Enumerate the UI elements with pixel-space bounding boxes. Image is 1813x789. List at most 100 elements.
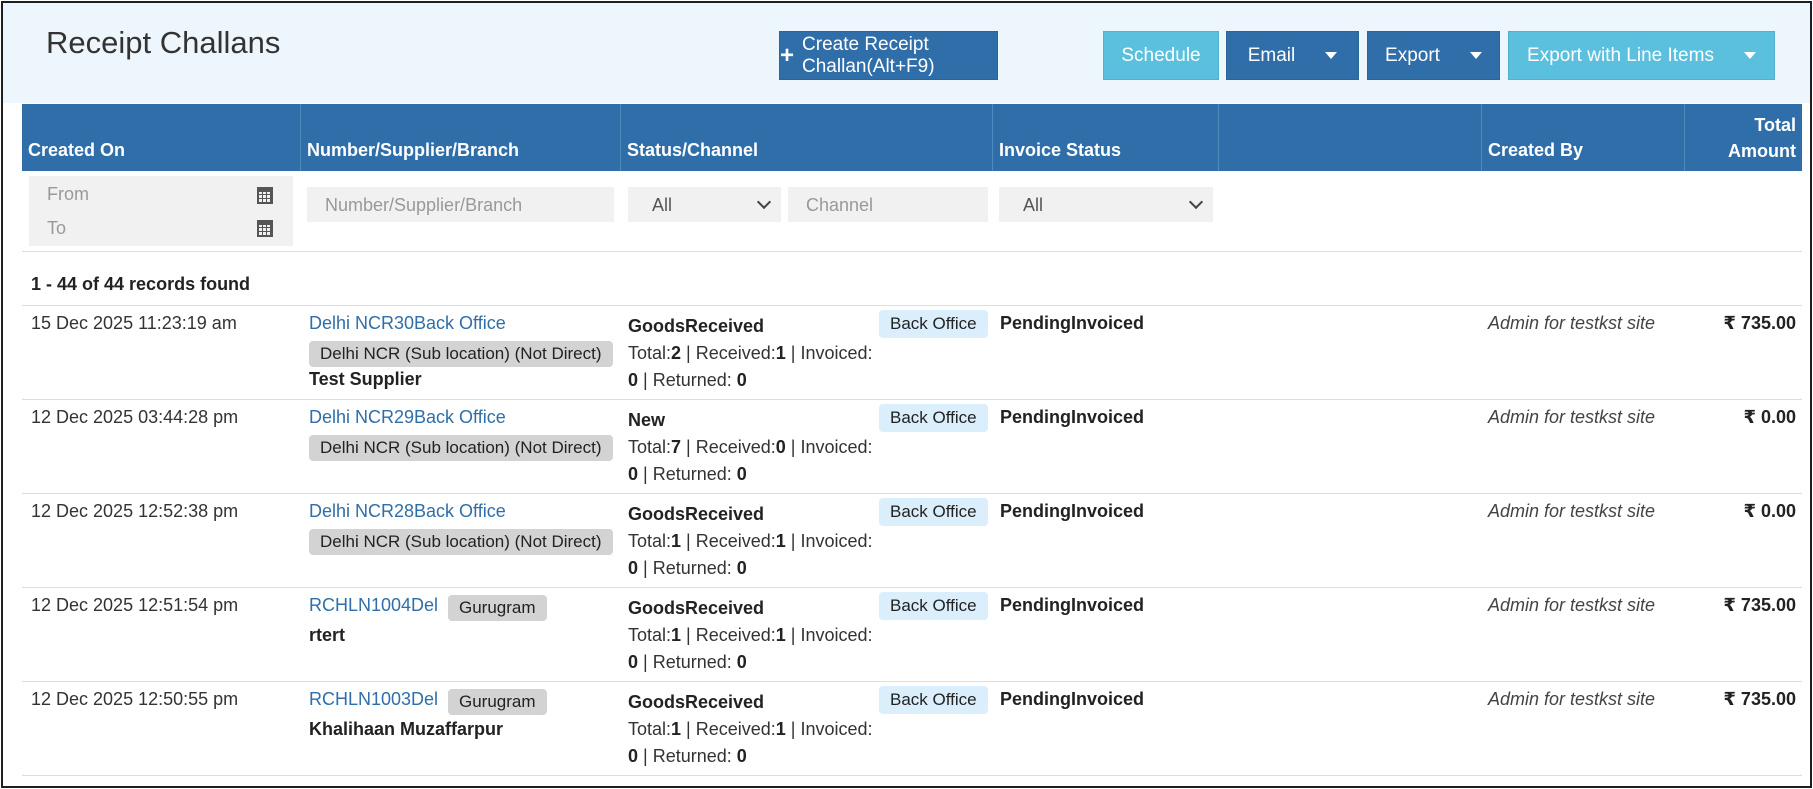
status-cell: GoodsReceived Total:2 | Received:1 | Inv… (628, 316, 873, 390)
created-by-cell: Admin for testkst site (1488, 407, 1656, 427)
branch-badge-label: Gurugram (448, 689, 547, 715)
filter-row: From To Number/Supplier/Branch All Chann… (22, 171, 1802, 252)
status-value: GoodsReceived (628, 504, 765, 524)
total-count: 7 (671, 437, 682, 457)
invoiced-label: Invoiced: (800, 343, 873, 363)
returned-label: Returned: (652, 370, 732, 390)
total-amount-cell: ₹ 735.00 (1723, 313, 1796, 333)
total-count: 2 (671, 343, 682, 363)
returned-count: 0 (736, 464, 747, 484)
branch-badge-label: Delhi NCR (Sub location) (Not Direct) (309, 529, 613, 555)
total-label: Total: (628, 719, 672, 739)
invoiced-label: Invoiced: (800, 719, 873, 739)
column-number[interactable]: Number/Supplier/Branch (301, 104, 621, 171)
invoice-status-cell: PendingInvoiced (1000, 407, 1145, 427)
chevron-down-icon (1188, 194, 1204, 210)
column-created-by[interactable]: Created By (1482, 104, 1685, 171)
challan-number[interactable]: Delhi NCR30Back Office (309, 313, 506, 333)
schedule-button[interactable]: Schedule (1103, 31, 1219, 80)
branch-badge-label: Gurugram (448, 595, 547, 621)
calendar-icon[interactable] (257, 187, 273, 204)
invoice-status-cell: PendingInvoiced (1000, 689, 1145, 709)
number-link[interactable]: Delhi NCR28Back Office (309, 501, 619, 522)
returned-label: Returned: (652, 746, 732, 766)
number-link[interactable]: Delhi NCR30Back Office (309, 313, 619, 334)
invoice-status-cell: PendingInvoiced (1000, 595, 1145, 615)
invoice-status-select[interactable]: All (999, 187, 1213, 222)
status-value: GoodsReceived (628, 598, 765, 618)
caret-down-icon (1325, 52, 1338, 59)
invoiced-count: 0 (628, 370, 639, 390)
number-link[interactable]: Delhi NCR29Back Office (309, 407, 619, 428)
total-amount-line1: Total (1754, 115, 1796, 135)
received-count: 1 (775, 343, 786, 363)
to-date-input[interactable]: To (47, 218, 66, 239)
export-dropdown-button[interactable]: Export (1367, 31, 1500, 80)
total-amount-cell: ₹ 0.00 (1743, 501, 1796, 521)
created-on-cell: 12 Dec 2025 12:52:38 pm (31, 501, 239, 521)
challan-number[interactable]: Delhi NCR29Back Office (309, 407, 506, 427)
status-value: GoodsReceived (628, 692, 765, 712)
channel-badge: Back Office (879, 310, 988, 338)
channel-badge: Back Office (879, 404, 988, 432)
email-button-label: Email (1247, 44, 1296, 66)
column-invoice-status[interactable]: Invoice Status (993, 104, 1219, 171)
supplier-name: Khalihaan Muzaffarpur (309, 719, 504, 739)
returned-label: Returned: (652, 652, 732, 672)
column-created-on[interactable]: Created On (22, 104, 301, 171)
export-line-items-label: Export with Line Items (1527, 44, 1714, 66)
invoiced-count: 0 (628, 746, 639, 766)
challan-number[interactable]: RCHLN1003Del (309, 689, 438, 709)
date-range-filter: From To (29, 176, 293, 246)
column-total-amount[interactable]: Total Amount (1685, 104, 1802, 171)
table-header: Created On Number/Supplier/Branch Status… (22, 104, 1802, 171)
table-row: 12 Dec 2025 12:52:38 pm Delhi NCR28Back … (22, 494, 1802, 588)
returned-count: 0 (736, 652, 747, 672)
returned-label: Returned: (652, 464, 732, 484)
created-by-cell: Admin for testkst site (1488, 595, 1656, 615)
returned-count: 0 (736, 746, 747, 766)
supplier-name: rtert (309, 625, 346, 645)
total-amount-cell: ₹ 0.00 (1743, 407, 1796, 427)
invoiced-count: 0 (628, 652, 639, 672)
create-receipt-challan-button[interactable]: + Create Receipt Challan(Alt+F9) (779, 31, 998, 80)
invoice-select-value: All (1023, 195, 1044, 215)
created-on-cell: 15 Dec 2025 11:23:19 am (31, 313, 237, 333)
status-cell: GoodsReceived Total:1 | Received:1 | Inv… (628, 504, 873, 578)
total-amount-line2: Amount (1728, 141, 1796, 161)
status-value: New (628, 410, 666, 430)
create-button-label: Create Receipt Challan(Alt+F9) (802, 33, 935, 77)
branch-badge: Gurugram (448, 595, 547, 621)
email-dropdown-button[interactable]: Email (1226, 31, 1359, 80)
created-by-cell: Admin for testkst site (1488, 501, 1656, 521)
total-amount-cell: ₹ 735.00 (1723, 595, 1796, 615)
received-count: 0 (775, 437, 786, 457)
chevron-down-icon (756, 194, 772, 210)
channel-badge: Back Office (879, 592, 988, 620)
number-search-input[interactable]: Number/Supplier/Branch (307, 187, 614, 222)
records-count: 1 - 44 of 44 records found (31, 274, 251, 294)
challan-number[interactable]: Delhi NCR28Back Office (309, 501, 506, 521)
branch-badge: Delhi NCR (Sub location) (Not Direct) (309, 341, 613, 367)
created-on-cell: 12 Dec 2025 12:50:55 pm (31, 689, 239, 709)
caret-down-icon (1743, 52, 1756, 59)
total-amount-cell: ₹ 735.00 (1723, 689, 1796, 709)
status-select[interactable]: All (628, 187, 781, 222)
invoiced-label: Invoiced: (800, 531, 873, 551)
received-label: Received: (695, 719, 776, 739)
export-line-items-dropdown-button[interactable]: Export with Line Items (1508, 31, 1775, 80)
received-label: Received: (695, 437, 776, 457)
from-date-input[interactable]: From (47, 184, 89, 205)
status-value: GoodsReceived (628, 316, 765, 336)
channel-input[interactable]: Channel (788, 187, 988, 222)
created-on-cell: 12 Dec 2025 12:51:54 pm (31, 595, 239, 615)
received-label: Received: (695, 531, 776, 551)
caret-down-icon (1469, 52, 1482, 59)
received-count: 1 (775, 719, 786, 739)
calendar-icon[interactable] (257, 220, 273, 237)
invoiced-label: Invoiced: (800, 437, 873, 457)
received-count: 1 (775, 531, 786, 551)
table-row: 12 Dec 2025 03:44:28 pm Delhi NCR29Back … (22, 400, 1802, 494)
challan-number[interactable]: RCHLN1004Del (309, 595, 438, 615)
column-status[interactable]: Status/Channel (621, 104, 993, 171)
